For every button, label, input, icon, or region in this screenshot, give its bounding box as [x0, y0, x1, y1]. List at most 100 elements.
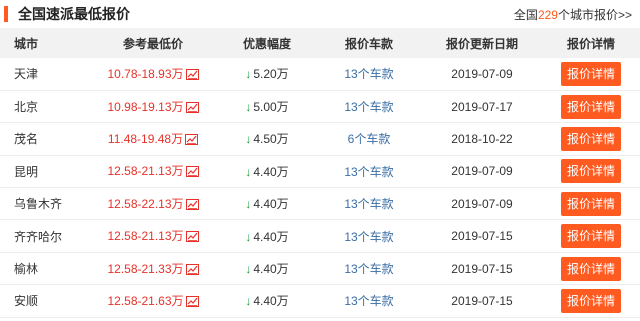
- city-name: 昆明: [14, 164, 39, 179]
- price-detail-button[interactable]: 报价详情: [560, 94, 621, 119]
- table-row: 茂名 11.48-19.48万 ↓ 4.50万 6个车款 2018-10-22 报价详情: [0, 122, 640, 156]
- discount-cell: ↓ 5.00万: [218, 90, 316, 124]
- city-name: 安顺: [14, 294, 39, 309]
- down-arrow-icon: ↓: [245, 294, 252, 309]
- price-range: 10.78-18.93万: [107, 66, 184, 81]
- city-name: 天津: [14, 67, 39, 82]
- date-cell: 2019-07-09: [422, 187, 542, 221]
- price-trend-icon[interactable]: [185, 231, 199, 245]
- price-range: 12.58-21.33万: [107, 261, 184, 276]
- detail-cell: 报价详情: [542, 187, 640, 221]
- models-cell: 13个车款: [316, 187, 422, 221]
- models-link[interactable]: 13个车款: [344, 67, 393, 81]
- down-arrow-icon: ↓: [245, 262, 252, 277]
- table-header-row: 城市 参考最低价 优惠幅度 报价车款 报价更新日期 报价详情: [0, 28, 640, 58]
- price-range: 12.58-21.13万: [107, 229, 184, 244]
- price-range: 12.58-22.13万: [107, 196, 184, 211]
- column-header-city: 城市: [0, 28, 88, 58]
- date-cell: 2019-07-15: [422, 284, 542, 318]
- city-link-prefix: 全国: [513, 7, 538, 22]
- price-trend-icon[interactable]: [185, 133, 199, 148]
- table-row: 北京 10.98-19.13万 ↓ 5.00万 13个车款 2019-07-17 报价详情: [0, 90, 640, 124]
- detail-cell: 报价详情: [542, 284, 640, 318]
- price-detail-button[interactable]: 报价详情: [560, 224, 621, 249]
- models-cell: 13个车款: [316, 155, 422, 189]
- price-cell: 10.98-19.13万: [88, 90, 218, 124]
- discount-value: 4.40万: [253, 164, 289, 179]
- price-cell: 12.58-22.13万: [88, 187, 218, 221]
- price-detail-button[interactable]: 报价详情: [560, 256, 621, 281]
- city-cell: 天津: [0, 58, 88, 91]
- city-cell: 安顺: [0, 284, 88, 318]
- price-trend-icon[interactable]: [185, 295, 199, 310]
- discount-cell: ↓ 4.40万: [218, 219, 316, 253]
- all-cities-link[interactable]: 全国229个城市报价>>: [514, 6, 632, 23]
- models-link[interactable]: 13个车款: [344, 165, 393, 179]
- update-date: 2019-07-15: [451, 229, 513, 244]
- models-link[interactable]: 6个车款: [348, 132, 391, 146]
- price-trend-icon[interactable]: [185, 68, 199, 83]
- table-row: 齐齐哈尔 12.58-21.13万 ↓ 4.40万 13个车款 2019-07-15 报价详…: [0, 219, 640, 253]
- models-cell: 13个车款: [316, 252, 422, 286]
- section-title: 全国速派最低报价: [18, 6, 130, 22]
- city-cell: 乌鲁木齐: [0, 187, 88, 221]
- city-link-suffix: 个城市报价>>: [557, 7, 632, 22]
- discount-cell: ↓ 4.40万: [218, 187, 316, 221]
- price-detail-button[interactable]: 报价详情: [560, 191, 621, 216]
- models-link[interactable]: 13个车款: [344, 100, 393, 114]
- city-name: 乌鲁木齐: [14, 197, 63, 212]
- models-cell: 13个车款: [316, 284, 422, 318]
- city-cell: 榆林: [0, 252, 88, 286]
- price-range: 11.48-19.48万: [107, 131, 184, 146]
- discount-value: 4.40万: [253, 197, 289, 212]
- models-cell: 13个车款: [316, 219, 422, 253]
- date-cell: 2019-07-09: [422, 155, 542, 189]
- price-cell: 12.58-21.33万: [88, 252, 218, 286]
- update-date: 2019-07-15: [451, 293, 513, 308]
- city-name: 茂名: [14, 132, 39, 147]
- city-cell: 齐齐哈尔: [0, 219, 88, 253]
- title-wrap: 全国速派最低报价: [4, 4, 130, 24]
- discount-cell: ↓ 5.20万: [218, 58, 316, 91]
- city-cell: 昆明: [0, 155, 88, 189]
- city-cell: 茂名: [0, 122, 88, 156]
- detail-cell: 报价详情: [542, 90, 640, 124]
- models-link[interactable]: 13个车款: [344, 294, 393, 308]
- price-range: 12.58-21.63万: [107, 293, 184, 308]
- discount-value: 4.40万: [253, 229, 289, 244]
- column-header-date: 报价更新日期: [422, 28, 542, 58]
- price-detail-button[interactable]: 报价详情: [560, 288, 621, 313]
- models-link[interactable]: 13个车款: [344, 262, 393, 276]
- city-count: 229: [537, 7, 558, 22]
- models-link[interactable]: 13个车款: [344, 230, 393, 244]
- price-table: 城市 参考最低价 优惠幅度 报价车款 报价更新日期 报价详情 天津 10.78-1…: [0, 28, 640, 318]
- detail-cell: 报价详情: [542, 155, 640, 189]
- update-date: 2019-07-09: [451, 164, 513, 179]
- price-detail-button[interactable]: 报价详情: [560, 61, 621, 86]
- discount-value: 5.00万: [253, 100, 289, 115]
- update-date: 2019-07-09: [451, 66, 513, 81]
- price-trend-icon[interactable]: [185, 263, 199, 278]
- price-trend-icon[interactable]: [185, 166, 199, 180]
- down-arrow-icon: ↓: [245, 229, 252, 244]
- table-row: 榆林 12.58-21.33万 ↓ 4.40万 13个车款 2019-07-15 报价详情: [0, 252, 640, 286]
- update-date: 2018-10-22: [451, 131, 513, 146]
- detail-cell: 报价详情: [542, 122, 640, 156]
- detail-cell: 报价详情: [542, 219, 640, 253]
- price-detail-button[interactable]: 报价详情: [560, 159, 621, 184]
- table-row: 乌鲁木齐 12.58-22.13万 ↓ 4.40万 13个车款 2019-07-09 报价详…: [0, 187, 640, 221]
- title-accent-bar: [4, 6, 8, 22]
- models-link[interactable]: 13个车款: [344, 197, 393, 211]
- update-date: 2019-07-17: [451, 99, 513, 114]
- price-trend-icon[interactable]: [185, 198, 199, 213]
- price-cell: 12.58-21.13万: [88, 155, 218, 189]
- section-header: 全国速派最低报价 全国229个城市报价>>: [0, 0, 640, 28]
- date-cell: 2019-07-15: [422, 252, 542, 286]
- city-cell: 北京: [0, 90, 88, 124]
- discount-cell: ↓ 4.50万: [218, 122, 316, 156]
- models-cell: 13个车款: [316, 90, 422, 124]
- price-detail-button[interactable]: 报价详情: [560, 126, 621, 151]
- down-arrow-icon: ↓: [245, 132, 252, 147]
- price-trend-icon[interactable]: [185, 101, 199, 116]
- discount-value: 4.40万: [253, 294, 289, 309]
